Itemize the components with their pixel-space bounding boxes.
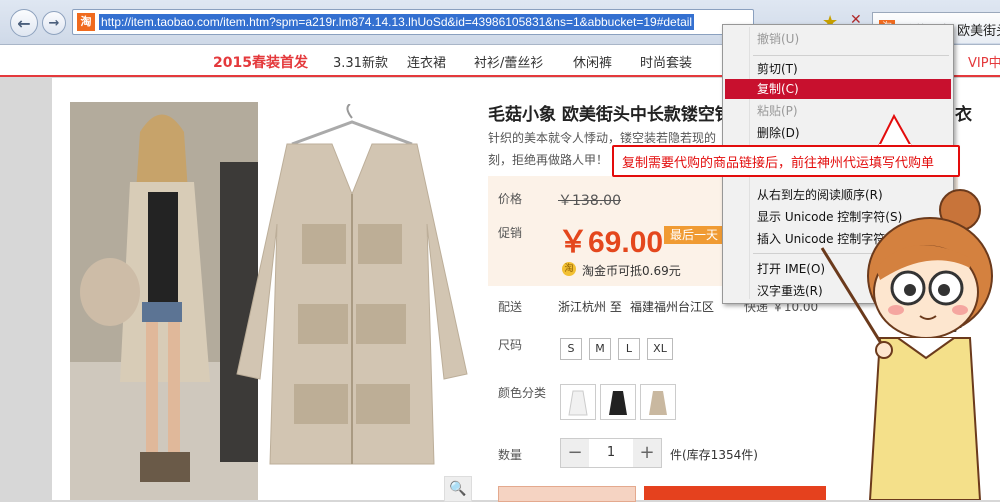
promo-price: ￥69.00: [558, 226, 664, 259]
menu-item-copy-label: 复制(C): [757, 82, 799, 96]
menu-item-open-ime-label: 打开 IME(O): [757, 262, 826, 276]
quantity-stepper: − 1 +: [560, 438, 662, 468]
forward-button[interactable]: →: [42, 11, 66, 35]
nav-item-spring[interactable]: 2015春装首发: [213, 52, 308, 72]
color-label: 颜色分类: [498, 386, 547, 400]
nav-item-pants[interactable]: 休闲裤: [573, 52, 612, 71]
color-swatch-beige[interactable]: [640, 384, 676, 420]
menu-separator: [753, 55, 949, 56]
color-swatch-black[interactable]: [600, 384, 636, 420]
cardigan-illustration-icon: [236, 103, 468, 465]
product-title: 毛菇小象 欧美街头中长款镂空针: [488, 105, 732, 125]
cardigan-photo[interactable]: [232, 103, 472, 470]
original-price: ￥138.00: [558, 193, 621, 209]
address-bar[interactable]: 淘 http://item.taobao.com/item.htm?spm=a2…: [72, 9, 754, 35]
menu-item-copy[interactable]: 复制(C): [725, 79, 951, 99]
delivery-destination-select[interactable]: 福建福州台江区: [630, 298, 714, 315]
size-option-s[interactable]: S: [560, 338, 582, 360]
menu-item-reconvert-label: 汉字重选(R): [757, 284, 823, 298]
menu-item-undo-label: 撤销(U): [757, 32, 800, 46]
size-label: 尺码: [498, 338, 523, 352]
instruction-callout: 复制需要代购的商品链接后，前往神州代运填写代购单: [612, 145, 960, 177]
menu-item-cut-label: 剪切(T): [757, 62, 798, 76]
promo-label: 促销: [498, 226, 523, 240]
beige-cardigan-icon: [649, 391, 667, 415]
taobao-coin-icon: 淘: [562, 262, 576, 276]
add-to-cart-button[interactable]: [644, 486, 826, 500]
nav-item-shirt[interactable]: 衬衫/蕾丝衫: [474, 52, 543, 71]
menu-item-delete-label: 删除(D): [757, 126, 800, 140]
delivery-label: 配送: [498, 300, 523, 314]
black-cardigan-icon: [609, 391, 627, 415]
address-url-selected[interactable]: http://item.taobao.com/item.htm?spm=a219…: [99, 14, 695, 30]
delivery-origin: 浙江杭州 至: [558, 300, 622, 314]
size-option-l[interactable]: L: [618, 338, 640, 360]
model-photo[interactable]: [70, 102, 258, 500]
stock-text: 件(库存1354件): [670, 448, 758, 462]
menu-item-undo[interactable]: 撤销(U): [725, 29, 951, 49]
nav-item-new[interactable]: 3.31新款: [333, 52, 388, 71]
size-option-xl[interactable]: XL: [647, 338, 673, 360]
menu-item-cut[interactable]: 剪切(T): [725, 59, 951, 79]
product-title-tail: 衣: [955, 105, 972, 125]
last-day-badge: 最后一天: [664, 226, 725, 244]
menu-item-paste-label: 粘贴(P): [757, 104, 798, 118]
quantity-input[interactable]: 1: [589, 439, 633, 467]
nav-item-suit[interactable]: 时尚套装: [640, 52, 692, 71]
size-option-m[interactable]: M: [589, 338, 611, 360]
taobao-favicon-icon: 淘: [77, 13, 95, 31]
price-label: 价格: [498, 192, 523, 206]
quantity-label: 数量: [498, 448, 523, 462]
back-button[interactable]: ←: [10, 9, 38, 37]
model-illustration-icon: [70, 102, 258, 500]
nav-item-vip[interactable]: VIP中: [968, 52, 1000, 71]
quantity-increase-button[interactable]: +: [633, 439, 661, 467]
zoom-icon[interactable]: 🔍: [444, 476, 472, 502]
quantity-decrease-button[interactable]: −: [561, 439, 589, 467]
coin-discount-text: 淘金币可抵0.69元: [582, 264, 681, 278]
nav-item-dress[interactable]: 连衣裙: [407, 52, 446, 71]
mascot-girl-icon: [820, 189, 993, 500]
white-cardigan-icon: [568, 390, 588, 416]
color-swatch-white[interactable]: [560, 384, 596, 420]
callout-text: 复制需要代购的商品链接后，前往神州代运填写代购单: [622, 156, 935, 171]
